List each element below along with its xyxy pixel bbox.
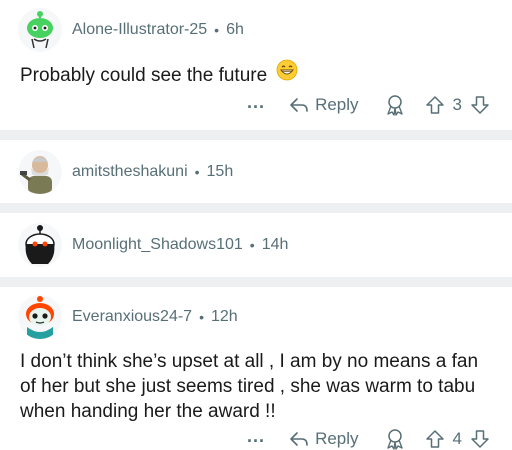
comment-text: Probably could see the future [20,65,268,86]
timestamp[interactable]: 6h [226,21,244,39]
comment-meta: Alone-Illustrator-25 • 6h [72,21,244,39]
meta-separator: • [194,164,200,180]
award-icon[interactable] [383,428,407,450]
comment-meta: amitstheshakuni • 15h [72,163,233,181]
username[interactable]: Everanxious24-7 [72,308,192,326]
reply-button[interactable]: Reply [289,95,359,115]
meta-separator: • [199,309,204,325]
reply-button[interactable]: Reply [289,429,359,449]
upvote-icon[interactable] [425,429,445,449]
reply-arrow-icon [290,432,308,446]
comment-header: Alone-Illustrator-25 • 6h [18,8,244,52]
comment-divider [0,130,512,140]
upvote-icon[interactable] [425,95,445,115]
meta-separator: • [214,22,220,38]
comment-2[interactable]: amitstheshakuni • 15h [0,140,512,203]
reply-label: Reply [315,429,359,448]
grinning-face-emoji [276,59,298,88]
more-options-icon[interactable]: ... [247,92,265,113]
comment-meta: Moonlight_Shadows101 • 14h [72,236,288,254]
comment-body: Probably could see the future [20,60,488,88]
vote-count: 4 [452,429,462,448]
avatar[interactable] [18,223,62,267]
avatar[interactable] [18,295,62,339]
reply-label: Reply [315,95,359,114]
username[interactable]: Alone-Illustrator-25 [72,21,207,39]
comment-header: Moonlight_Shadows101 • 14h [18,223,288,267]
reply-arrow-icon [290,98,308,112]
comment-divider [0,277,512,287]
comment-header: amitstheshakuni • 15h [18,150,233,194]
vote-controls: 4 [425,429,490,449]
comment-3[interactable]: Moonlight_Shadows101 • 14h [0,213,512,277]
award-icon[interactable] [383,94,407,116]
username[interactable]: Moonlight_Shadows101 [72,236,243,254]
meta-separator: • [249,237,255,253]
comment-4: Everanxious24-7 • 12h I don’t think she’… [0,287,512,450]
comment-actions: ... Reply 3 [247,92,490,116]
more-options-icon[interactable]: ... [247,426,265,447]
vote-controls: 3 [425,95,490,115]
comment-header: Everanxious24-7 • 12h [18,295,238,339]
username[interactable]: amitstheshakuni [72,163,188,181]
timestamp[interactable]: 14h [262,236,289,254]
avatar[interactable] [18,8,62,52]
downvote-icon[interactable] [470,429,490,449]
timestamp[interactable]: 12h [211,308,238,326]
comment-1: Alone-Illustrator-25 • 6h Probably could… [0,0,512,130]
comment-body: I don’t think she’s upset at all , I am … [20,349,488,424]
timestamp[interactable]: 15h [207,163,234,181]
comment-text: I don’t think she’s upset at all , I am … [20,351,479,422]
comment-meta: Everanxious24-7 • 12h [72,308,238,326]
comment-divider [0,203,512,213]
comment-actions: ... Reply 4 [247,426,490,450]
vote-count: 3 [452,95,462,114]
downvote-icon[interactable] [470,95,490,115]
avatar[interactable] [18,150,62,194]
